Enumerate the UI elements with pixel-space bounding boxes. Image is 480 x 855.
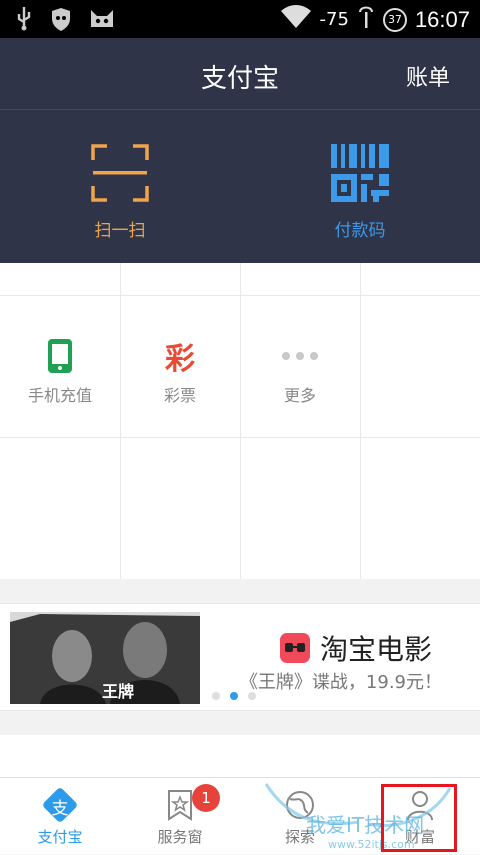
notification-count-badge: 37 <box>382 7 407 32</box>
signal-strength: -75 <box>319 9 349 30</box>
clock: 16:07 <box>414 6 470 32</box>
qr-code-icon <box>331 144 389 206</box>
movie-poster-image: 王牌 <box>10 612 200 704</box>
payment-code-button[interactable]: 付款码 <box>300 144 420 241</box>
android-cat-icon <box>88 7 116 35</box>
tab-label: 支付宝 <box>37 828 83 846</box>
poster-title: 王牌 <box>102 682 135 701</box>
globe-icon <box>281 788 319 822</box>
usb-icon <box>14 6 34 36</box>
grid-item-label: 彩票 <box>163 386 196 405</box>
scan-button[interactable]: 扫一扫 <box>60 144 180 241</box>
section-gap <box>0 579 480 603</box>
promo-banner[interactable]: 王牌 淘宝电影 《王牌》谍战，19.9元！ <box>0 603 480 711</box>
shield-icon <box>50 6 72 36</box>
lottery-glyph: 彩 <box>165 342 195 377</box>
grid-divider <box>360 263 361 579</box>
scan-frame-icon <box>91 144 149 206</box>
highlight-box <box>381 784 457 852</box>
scan-label: 扫一扫 <box>94 221 146 241</box>
service-window-badge: 1 <box>192 784 220 812</box>
payment-code-label: 付款码 <box>334 221 386 241</box>
status-right-icons: -75 37 16:07 <box>280 4 470 35</box>
tab-service-window[interactable]: 服务窗 <box>120 778 240 855</box>
grid-item-mobile-recharge[interactable]: 手机充值 <box>0 296 120 437</box>
antenna-icon <box>357 4 375 35</box>
alipay-glyph: 支 <box>51 799 69 819</box>
status-left-icons <box>14 6 116 36</box>
taobao-movie-brand: 淘宝电影 <box>280 628 432 668</box>
carousel-dot <box>248 692 256 700</box>
carousel-dot-active <box>230 692 238 700</box>
status-bar: -75 37 16:07 <box>0 0 480 38</box>
grid-item-more[interactable]: 更多 <box>240 296 360 437</box>
promo-text: 《王牌》谍战，19.9元！ <box>239 672 442 693</box>
app-header: 支付宝 账单 <box>0 38 480 110</box>
section-gap <box>0 711 480 735</box>
taobao-movie-logo-icon <box>280 633 310 663</box>
carousel-dot <box>212 692 220 700</box>
tab-alipay[interactable]: 支 支付宝 <box>0 778 120 855</box>
more-icon <box>240 338 360 374</box>
services-grid: 手机充值 彩 彩票 更多 <box>0 263 480 579</box>
tab-label: 探索 <box>284 828 315 846</box>
tab-explore[interactable]: 探索 <box>240 778 360 855</box>
grid-item-lottery[interactable]: 彩 彩票 <box>120 296 240 437</box>
bill-button[interactable]: 账单 <box>406 60 450 92</box>
lottery-icon: 彩 <box>120 338 240 377</box>
alipay-icon: 支 <box>41 788 79 822</box>
grid-item-label: 手机充值 <box>27 386 92 405</box>
tab-label: 服务窗 <box>157 828 203 846</box>
wifi-icon <box>280 5 312 34</box>
quick-actions-panel: 扫一扫 付款码 <box>0 110 480 263</box>
grid-item-label: 更多 <box>283 386 316 405</box>
brand-title: 淘宝电影 <box>320 633 433 666</box>
carousel-indicator <box>212 692 256 700</box>
blank-section <box>0 735 480 777</box>
phone-icon <box>0 338 120 374</box>
